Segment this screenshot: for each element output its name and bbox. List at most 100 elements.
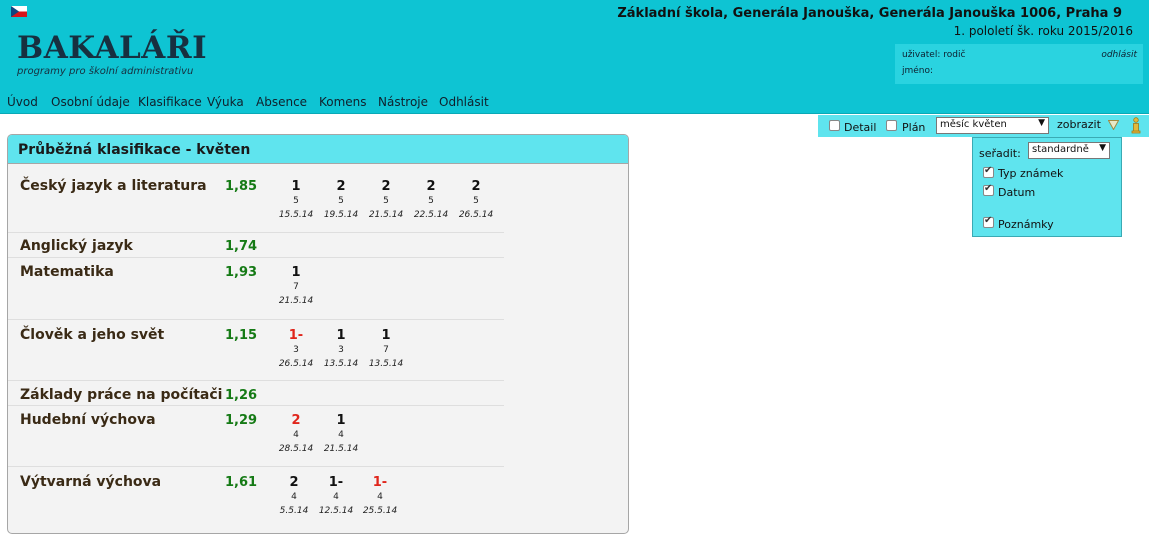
chevron-down-icon: ▼ [1099,143,1106,153]
nav-item-odhlasit[interactable]: Odhlásit [439,95,489,109]
grade-value: 1 [381,328,391,343]
subject-average: 1,85 [225,179,258,194]
subject-name: Základy práce na počítači [20,387,223,403]
info-icon[interactable] [1130,117,1142,134]
grade-item[interactable]: 1 5 15.5.14 [274,179,318,220]
grade-date: 19.5.14 [323,210,359,220]
header-bar: BAKALÁŘI programy pro školní administrat… [0,0,1149,90]
logout-link[interactable]: odhlásit [1101,50,1137,60]
grade-item[interactable]: 1 4 21.5.14 [319,413,363,454]
subject-row: Matematika 1,93 1 7 21.5.14 [8,258,504,320]
grade-item[interactable]: 2 5 19.5.14 [319,179,363,220]
filter-toolbar: Detail Plán měsíc květen ▼ zobrazit [818,115,1149,137]
app-logo-subtitle: programy pro školní administrativu [17,66,194,77]
grade-value: 1 [291,265,301,280]
grade-value: 2 [291,413,301,428]
grade-weight: 4 [333,492,339,502]
grade-value: 1- [288,328,304,343]
grade-weight: 5 [428,196,434,206]
school-term: 1. pololetí šk. roku 2015/2016 [953,24,1133,38]
grade-weight: 5 [473,196,479,206]
grade-weight: 4 [338,430,344,440]
subject-row: Člověk a jeho svět 1,15 1- 3 26.5.14 1 3 13.… [8,320,504,381]
subject-average: 1,26 [225,388,258,403]
grade-value: 1- [372,475,388,490]
nav-item-komens[interactable]: Komens [319,95,367,109]
nav-item-klasifikace[interactable]: Klasifikace [138,95,202,109]
subject-row: Anglický jazyk 1,74 [8,233,504,258]
grade-item[interactable]: 1 3 13.5.14 [319,328,363,369]
grade-value: 2 [336,179,346,194]
nav-item-uvod[interactable]: Úvod [7,95,38,109]
czech-flag-icon[interactable] [11,6,27,17]
user-info-box: uživatel: rodič jméno: odhlásit [895,44,1143,84]
user-label: uživatel: rodič [902,50,966,60]
sort-select[interactable]: standardně ▼ [1028,142,1110,159]
grade-item[interactable]: 2 5 22.5.14 [409,179,453,220]
date-checkbox[interactable] [983,183,994,196]
subject-average: 1,29 [225,413,258,428]
grade-item[interactable]: 2 5 21.5.14 [364,179,408,220]
grade-weight: 4 [291,492,297,502]
plan-label: Plán [902,121,926,134]
grade-weight: 4 [293,430,299,440]
grade-value: 2 [426,179,436,194]
sort-select-value: standardně [1032,144,1089,155]
grade-weight: 3 [338,345,344,355]
subject-average: 1,93 [225,265,258,280]
subject-row: Základy práce na počítači 1,26 [8,381,504,406]
nav-item-vyuka[interactable]: Výuka [207,95,244,109]
subject-row: Hudební výchova 1,29 2 4 28.5.14 1 4 21.5.14 [8,406,504,467]
grade-item[interactable]: 1- 4 12.5.14 [314,475,358,516]
plan-checkbox[interactable] [886,120,897,131]
detail-checkbox[interactable] [829,120,840,131]
grade-weight: 4 [377,492,383,502]
grade-weight: 5 [293,196,299,206]
grade-item[interactable]: 2 5 26.5.14 [454,179,498,220]
subject-row: Výtvarná výchova 1,61 2 4 5.5.14 1- 4 12.5.1… [8,467,504,533]
subject-name: Hudební výchova [20,412,156,428]
grade-value: 1 [336,413,346,428]
grades-panel-title: Průběžná klasifikace - květen [18,142,251,158]
grade-item[interactable]: 1 7 21.5.14 [274,265,318,306]
notes-label: Poznámky [998,218,1054,231]
grade-date: 26.5.14 [278,359,314,369]
chevron-down-icon: ▼ [1038,118,1045,128]
notes-checkbox[interactable] [983,215,994,228]
grade-item[interactable]: 1- 3 26.5.14 [274,328,318,369]
grade-item[interactable]: 1 7 13.5.14 [364,328,408,369]
period-select-value: měsíc květen [940,119,1007,130]
nav-item-osobni-udaje[interactable]: Osobní údaje [51,95,130,109]
grade-weight: 7 [293,282,299,292]
grade-item[interactable]: 1- 4 25.5.14 [358,475,402,516]
grade-date: 26.5.14 [458,210,494,220]
subject-average: 1,61 [225,475,258,490]
grade-value: 2 [289,475,299,490]
subject-row: Český jazyk a literatura 1,85 1 5 15.5.14 … [8,170,504,233]
nav-item-absence[interactable]: Absence [256,95,307,109]
grade-value: 1 [336,328,346,343]
grade-type-checkbox[interactable] [983,165,994,178]
show-button[interactable]: zobrazit [1057,118,1101,131]
date-label: Datum [998,186,1036,199]
period-select[interactable]: měsíc květen ▼ [936,117,1049,134]
grades-panel: Průběžná klasifikace - květen Český jazy… [7,134,629,534]
subject-name: Člověk a jeho svět [20,327,165,343]
display-options-dropdown: seřadit: standardně ▼ Typ známek Datum P… [972,137,1122,237]
grade-date: 5.5.14 [279,506,309,516]
grade-value: 1 [291,179,301,194]
grade-value: 1- [328,475,344,490]
subject-name: Anglický jazyk [20,238,133,254]
grade-item[interactable]: 2 4 28.5.14 [274,413,318,454]
grade-value: 2 [381,179,391,194]
nav-item-nastroje[interactable]: Nástroje [378,95,428,109]
detail-label: Detail [844,121,877,134]
grade-item[interactable]: 2 4 5.5.14 [272,475,316,516]
subject-name: Český jazyk a literatura [20,178,207,194]
grades-panel-header: Průběžná klasifikace - květen [8,135,628,164]
grade-date: 13.5.14 [368,359,404,369]
grade-date: 25.5.14 [362,506,398,516]
filter-triangle-icon[interactable] [1108,120,1119,130]
grade-date: 21.5.14 [323,444,359,454]
grade-weight: 7 [383,345,389,355]
